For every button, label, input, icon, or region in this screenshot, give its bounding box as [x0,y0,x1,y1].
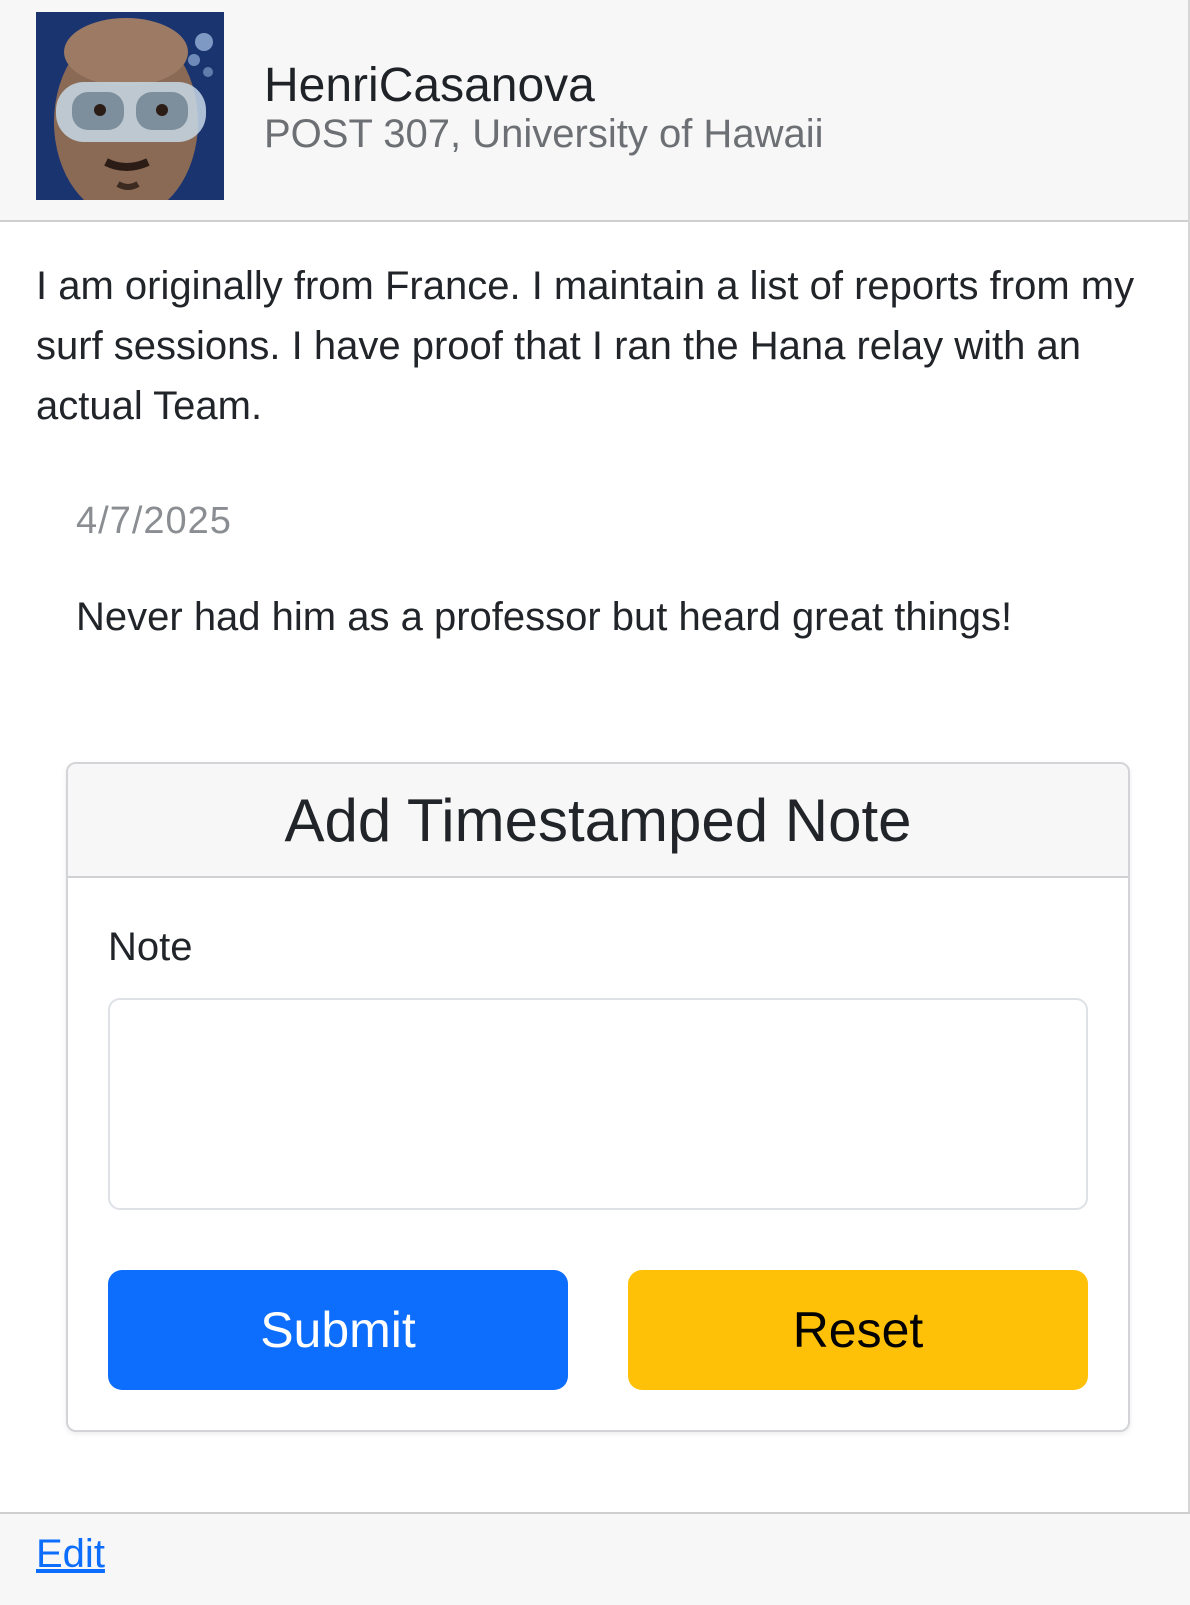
note-item: 4/7/2025 Never had him as a professor bu… [36,496,1152,642]
note-date: 4/7/2025 [76,500,232,542]
profile-card: HenriCasanova POST 307, University of Ha… [0,0,1190,1605]
profile-bio: I am originally from France. I maintain … [36,264,1135,428]
add-note-form-body: Note Submit Reset [68,878,1128,1390]
add-note-form: Add Timestamped Note Note Submit Reset [66,762,1130,1432]
reset-button[interactable]: Reset [628,1270,1088,1390]
submit-button[interactable]: Submit [108,1270,568,1390]
form-button-row: Submit Reset [108,1270,1088,1390]
add-note-form-title: Add Timestamped Note [284,786,912,854]
edit-link[interactable]: Edit [36,1532,105,1576]
note-text: Never had him as a professor but heard g… [76,595,1013,639]
profile-header: HenriCasanova POST 307, University of Ha… [0,0,1188,222]
profile-body: I am originally from France. I maintain … [0,222,1188,642]
add-note-form-header: Add Timestamped Note [68,764,1128,878]
profile-subtitle: POST 307, University of Hawaii [264,112,824,156]
profile-header-text: HenriCasanova POST 307, University of Ha… [264,59,824,157]
note-textarea[interactable] [108,998,1088,1210]
profile-footer: Edit [0,1512,1190,1605]
profile-photo-diver-icon [36,12,224,200]
avatar [36,12,224,200]
profile-name: HenriCasanova [264,59,595,112]
note-field-label: Note [108,925,193,969]
